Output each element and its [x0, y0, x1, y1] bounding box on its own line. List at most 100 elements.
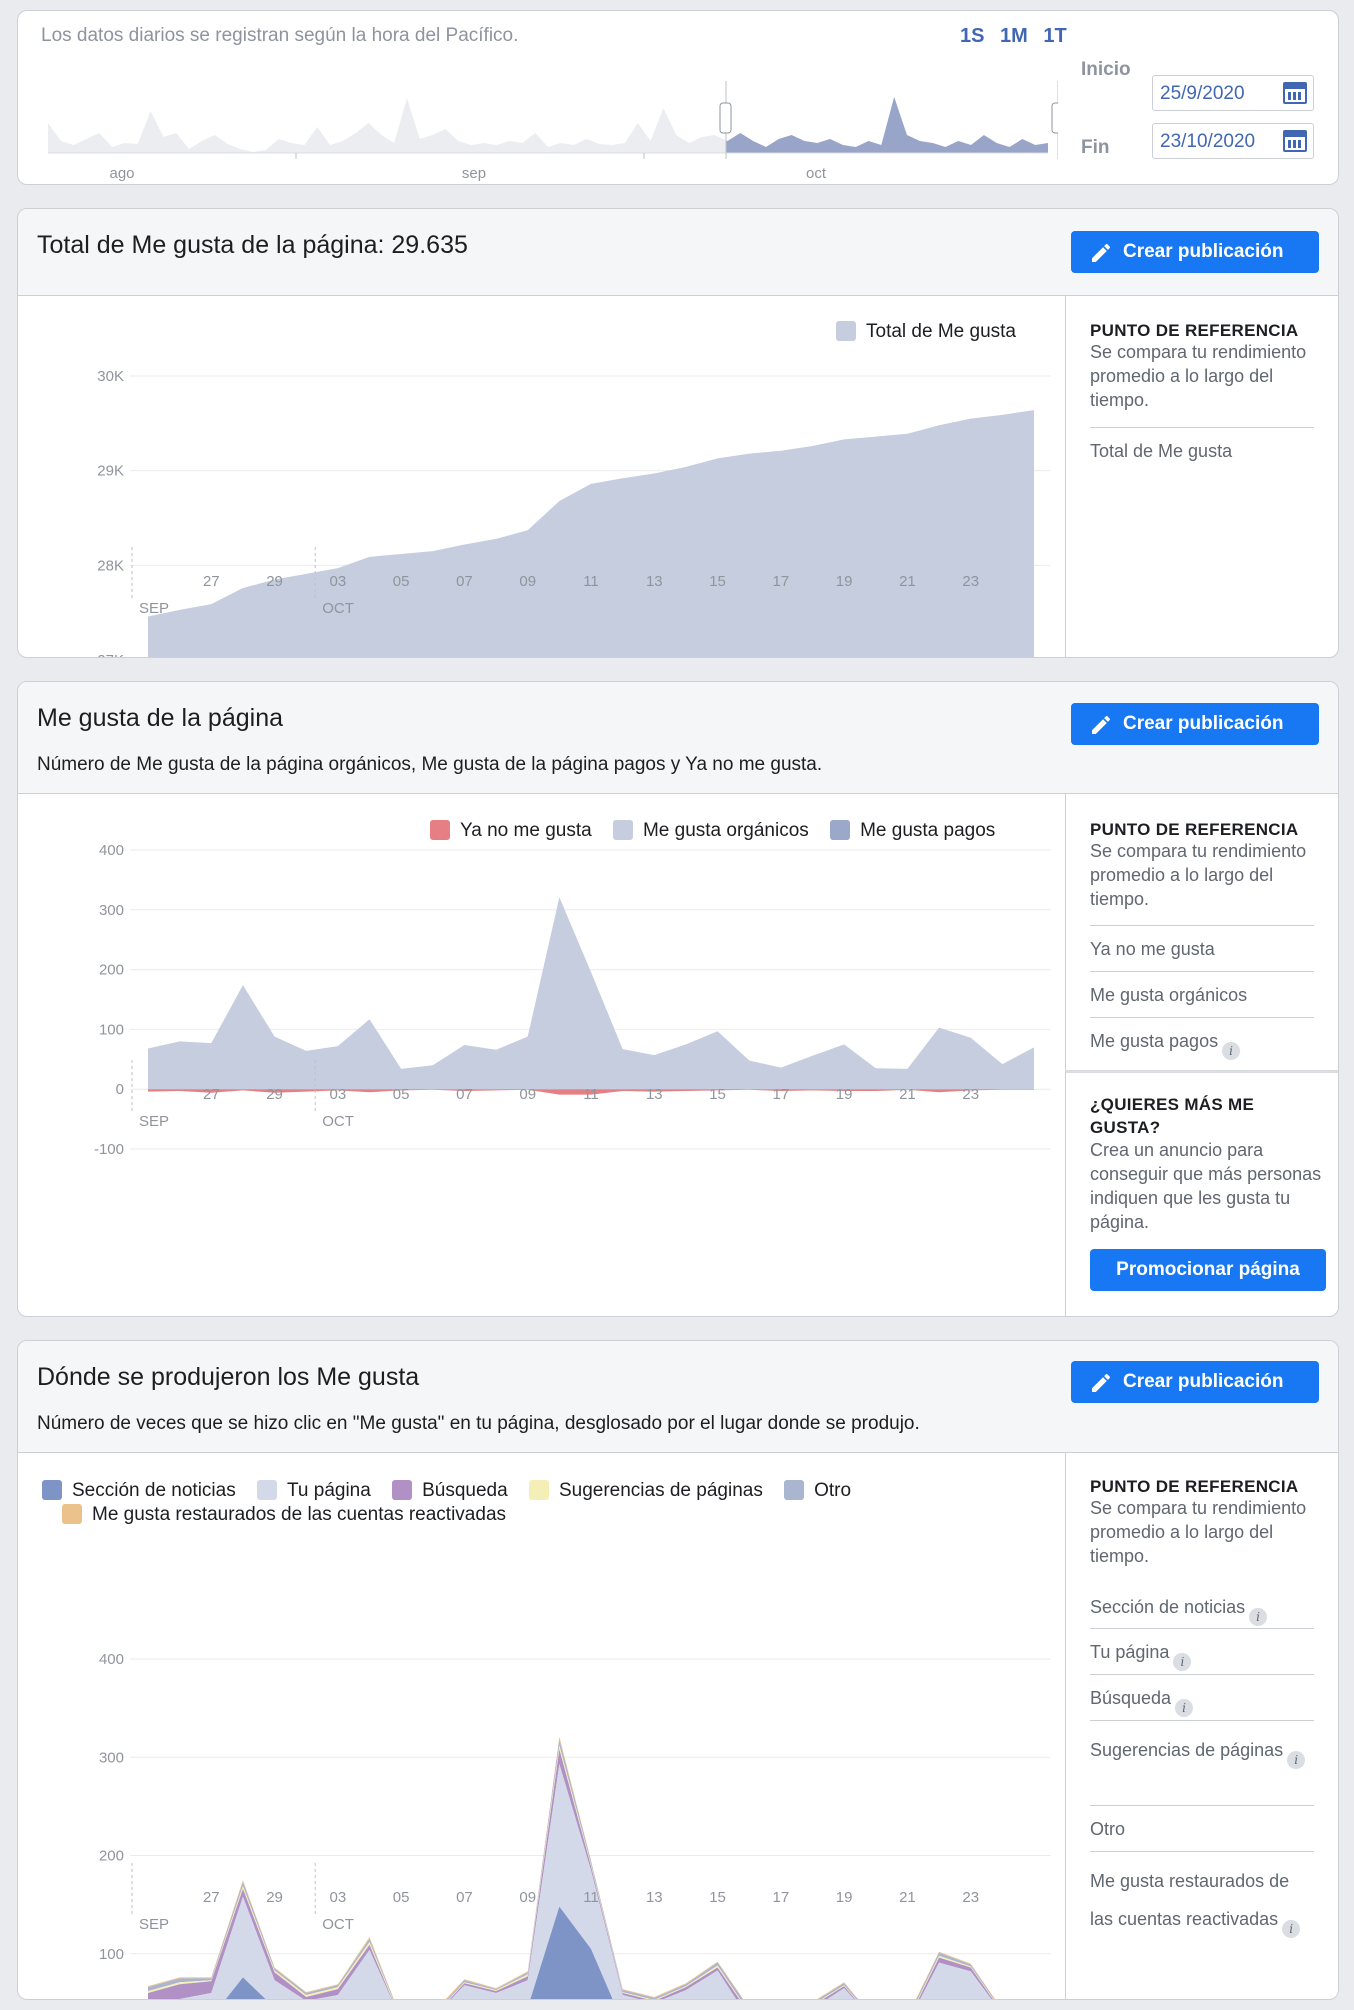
info-icon[interactable]: i — [1249, 1608, 1268, 1626]
card-header: Me gusta de la página Número de Me gusta… — [18, 682, 1338, 794]
x-tick-label: 15 — [709, 1889, 726, 1906]
info-icon[interactable]: i — [1175, 1699, 1194, 1717]
x-tick-label: 07 — [456, 1086, 473, 1103]
x-tick-label: 11 — [583, 573, 599, 590]
benchmark-item-news-feed[interactable]: Sección de noticias i — [1090, 1584, 1314, 1626]
x-tick-label: 27 — [203, 573, 220, 590]
end-date-field[interactable]: 23/10/2020 — [1152, 123, 1314, 159]
create-post-label: Crear publicación — [1123, 241, 1284, 262]
x-tick-label: 19 — [836, 573, 853, 590]
benchmark-item-total-likes[interactable]: Total de Me gusta — [1090, 427, 1314, 464]
series-area — [148, 897, 1034, 1090]
overview-timeline[interactable]: ago sep oct — [18, 41, 1058, 181]
y-tick-label: 400 — [99, 1651, 124, 1668]
y-tick-label: 300 — [99, 902, 124, 919]
range-handle-right[interactable] — [1051, 102, 1058, 134]
y-tick-label: 400 — [99, 842, 124, 859]
x-tick-label: 19 — [836, 1086, 853, 1103]
x-tick-label: 03 — [330, 573, 347, 590]
x-tick-label: 21 — [899, 573, 916, 590]
y-tick-label: 100 — [99, 1946, 124, 1963]
card-header: Total de Me gusta de la página: 29.635 C… — [18, 209, 1338, 296]
x-tick-label: 09 — [519, 573, 536, 590]
x-month-label: OCT — [322, 1916, 354, 1933]
promote-title: ¿QUIERES MÁS ME GUSTA? — [1090, 1095, 1255, 1137]
x-tick-label: 17 — [773, 1889, 790, 1906]
card-title: Dónde se produjeron los Me gusta — [37, 1363, 420, 1391]
y-tick-label: 0 — [116, 1081, 124, 1098]
series-area — [148, 410, 1034, 657]
benchmark-item-other[interactable]: Otro — [1090, 1805, 1314, 1842]
x-tick-label: 13 — [646, 573, 663, 590]
promote-page-button[interactable]: Promocionar página — [1090, 1249, 1326, 1291]
benchmark-panel: PUNTO DE REFERENCIA Se compara tu rendim… — [1065, 296, 1338, 657]
x-tick-label: 07 — [456, 573, 473, 590]
benchmark-title: PUNTO DE REFERENCIA — [1090, 1477, 1299, 1496]
promote-panel: ¿QUIERES MÁS ME GUSTA? Crea un anuncio p… — [1065, 1070, 1338, 1316]
x-tick-label: 21 — [899, 1086, 916, 1103]
card-title: Total de Me gusta de la página: 29.635 — [37, 231, 468, 259]
x-tick-label: 29 — [266, 573, 283, 590]
calendar-icon[interactable] — [1283, 82, 1307, 104]
range-handle-left[interactable] — [719, 102, 732, 134]
x-tick-label: 05 — [393, 1086, 410, 1103]
benchmark-item-your-page[interactable]: Tu página i — [1090, 1628, 1314, 1671]
info-icon[interactable]: i — [1173, 1653, 1192, 1671]
x-month-label: OCT — [322, 600, 354, 617]
x-tick-label: 09 — [519, 1889, 536, 1906]
overview-month-label: sep — [462, 165, 486, 181]
start-date-field[interactable]: 25/9/2020 — [1152, 75, 1314, 111]
y-tick-label: 30K — [97, 368, 124, 385]
x-tick-label: 05 — [393, 1889, 410, 1906]
benchmark-item-label: Sugerencias de páginas — [1090, 1740, 1284, 1760]
x-month-label: SEP — [139, 1113, 169, 1130]
x-tick-label: 03 — [330, 1889, 347, 1906]
y-tick-label: -100 — [94, 1141, 124, 1158]
benchmark-item-unlikes[interactable]: Ya no me gusta — [1090, 925, 1314, 962]
overview-month-label: ago — [109, 165, 134, 181]
info-icon[interactable]: i — [1222, 1042, 1241, 1060]
pencil-icon — [1092, 715, 1111, 734]
x-tick-label: 29 — [266, 1086, 283, 1103]
create-post-button[interactable]: Crear publicación — [1071, 1361, 1319, 1403]
benchmark-item-paid-likes[interactable]: Me gusta pagos i — [1090, 1017, 1314, 1060]
create-post-button[interactable]: Crear publicación — [1071, 703, 1319, 745]
x-tick-label: 23 — [962, 573, 979, 590]
x-tick-label: 15 — [709, 573, 726, 590]
total-likes-card: Total de Me gusta de la página: 29.635 C… — [17, 208, 1339, 658]
x-tick-label: 07 — [456, 1889, 473, 1906]
x-tick-label: 27 — [203, 1086, 220, 1103]
card-header: Dónde se produjeron los Me gusta Número … — [18, 1341, 1338, 1453]
total-likes-chart: 27K 28K 29K 30K 27 29 03 05 07 09 11 13 15 17 19 21 23 SE… — [97, 368, 1051, 658]
benchmark-item-search[interactable]: Búsqueda i — [1090, 1674, 1314, 1717]
x-tick-label: 11 — [583, 1889, 599, 1906]
info-icon[interactable]: i — [1287, 1751, 1306, 1769]
benchmark-panel: PUNTO DE REFERENCIA Se compara tu rendim… — [1065, 794, 1338, 1098]
x-tick-label: 21 — [899, 1889, 916, 1906]
x-tick-label: 23 — [962, 1086, 979, 1103]
benchmark-item-organic-likes[interactable]: Me gusta orgánicos — [1090, 971, 1314, 1008]
benchmark-item-restored-likes[interactable]: Me gusta restaurados de las cuentas reac… — [1090, 1851, 1314, 1938]
x-tick-label: 15 — [709, 1086, 726, 1103]
y-tick-label: 200 — [99, 962, 124, 979]
benchmark-item-label: Me gusta restaurados de las cuentas reac… — [1090, 1871, 1290, 1929]
benchmark-description: Se compara tu rendimiento promedio a lo … — [1090, 1498, 1307, 1566]
like-sources-card: Dónde se produjeron los Me gusta Número … — [17, 1340, 1339, 2000]
benchmark-panel: PUNTO DE REFERENCIA Se compara tu rendim… — [1065, 1453, 1338, 1999]
x-tick-label: 23 — [962, 1889, 979, 1906]
create-post-label: Crear publicación — [1123, 1371, 1284, 1392]
start-date-label: Inicio — [1081, 59, 1131, 80]
x-tick-label: 27 — [203, 1889, 220, 1906]
benchmark-title: PUNTO DE REFERENCIA — [1090, 321, 1299, 340]
calendar-icon[interactable] — [1283, 130, 1307, 152]
end-date-label: Fin — [1081, 137, 1110, 158]
create-post-button[interactable]: Crear publicación — [1071, 231, 1319, 273]
y-tick-label: 27K — [97, 652, 124, 658]
benchmark-item-label: Me gusta pagos — [1090, 1031, 1219, 1051]
x-tick-label: 13 — [646, 1889, 663, 1906]
y-tick-label: 29K — [97, 463, 124, 480]
benchmark-item-page-suggestions[interactable]: Sugerencias de páginas i — [1090, 1720, 1314, 1769]
benchmark-item-label: Búsqueda — [1090, 1688, 1172, 1708]
x-tick-label: 05 — [393, 573, 410, 590]
info-icon[interactable]: i — [1282, 1920, 1301, 1938]
